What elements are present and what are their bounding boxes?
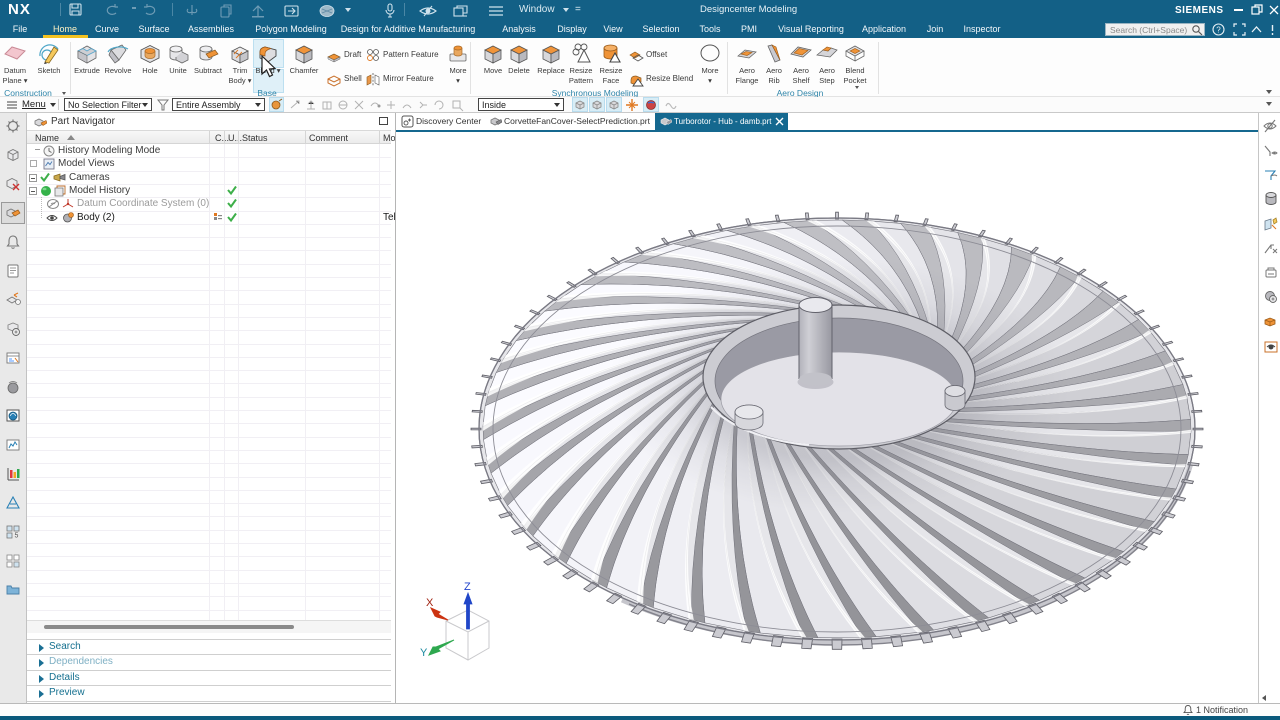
svg-text:5: 5: [15, 533, 19, 540]
svg-text:Y: Y: [420, 647, 428, 659]
svg-text:Z: Z: [464, 581, 471, 593]
svg-text:X: X: [426, 597, 434, 609]
svg-text:?: ?: [1216, 26, 1221, 35]
